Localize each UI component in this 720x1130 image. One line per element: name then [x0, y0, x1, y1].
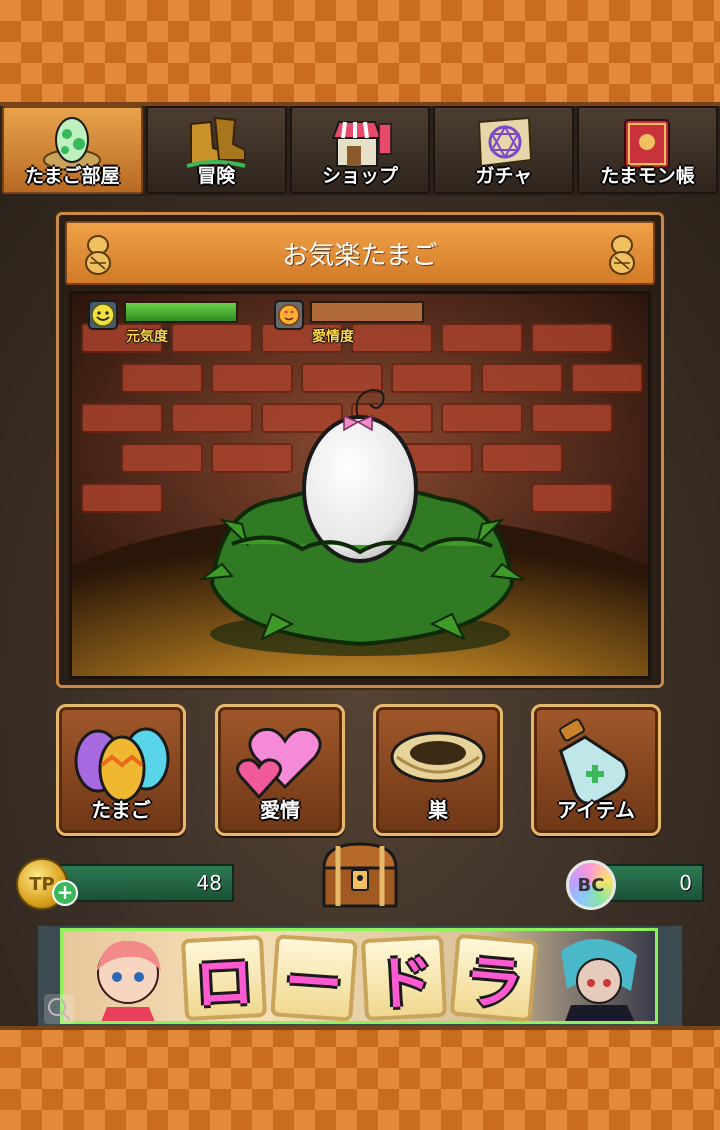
tab-shop[interactable]: ショップ [289, 106, 431, 194]
banner-character-right [561, 938, 637, 1021]
affection-meter: 愛情度 [274, 300, 424, 345]
item-button[interactable]: アイテム [531, 704, 661, 836]
energy-meter: 元気度 [88, 300, 238, 345]
nest-button[interactable]: 巣 [373, 704, 503, 836]
tp-coin-label: TP [29, 873, 55, 895]
affection-bar [310, 301, 424, 323]
eggs-button-label: たまご [91, 798, 151, 822]
panel-title: お気楽たまご [282, 240, 438, 271]
egg-in-nest-scene [72, 294, 648, 676]
banner-character-left [97, 940, 161, 1021]
zoom-icon[interactable] [44, 994, 74, 1024]
banner-tile: ー [270, 934, 358, 1021]
promo-banner[interactable]: ロ ー ド ラ [38, 926, 682, 1026]
smiley-icon [88, 300, 118, 330]
energy-bar-fill [126, 303, 236, 321]
egg-scene[interactable]: 元気度 愛情度 [69, 291, 651, 679]
tab-monster-book[interactable]: たまモン帳 [577, 106, 718, 194]
banner-title-tiles: ロ ー ド ラ [180, 933, 539, 1021]
tab-label: ガチャ [475, 165, 533, 187]
panel-title-bar: お気楽たまご [65, 221, 655, 285]
tab-label: ショップ [321, 165, 398, 187]
promo-banner-image: ロ ー ド ラ [60, 928, 658, 1024]
affection-button-label: 愛情 [260, 798, 300, 822]
tab-label: 冒険 [197, 165, 236, 187]
banner-tile: ロ [180, 934, 268, 1021]
add-tp-button[interactable]: + [52, 880, 78, 906]
item-button-label: アイテム [557, 798, 635, 822]
nest-button-label: 巣 [428, 798, 448, 822]
treasure-chest-icon[interactable] [318, 840, 402, 910]
bc-coin-icon: BC [566, 860, 616, 910]
tp-value: 48 [196, 871, 222, 895]
bc-coin-label: BC [577, 874, 605, 896]
tab-label: たまモン帳 [600, 165, 695, 187]
heart-face-icon [274, 300, 304, 330]
affection-label: 愛情度 [312, 329, 354, 345]
tab-gacha[interactable]: ガチャ [433, 106, 575, 194]
egg-panel: お気楽たまご 元気度 愛情度 [56, 212, 664, 688]
eggs-button[interactable]: たまご [56, 704, 186, 836]
tab-adventure[interactable]: 冒険 [145, 106, 287, 194]
banner-tile: ド [360, 934, 448, 1021]
rope-knot-icon [609, 235, 635, 275]
main-tab-bar: たまご部屋 冒険 ショップ ガチャ たまモン帳 [0, 106, 720, 196]
affection-button[interactable]: 愛情 [215, 704, 345, 836]
rope-knot-icon [85, 235, 111, 275]
energy-bar [124, 301, 238, 323]
bottom-band-edge [0, 1026, 720, 1030]
top-pattern-band [0, 0, 720, 106]
tab-label: たまご部屋 [25, 165, 120, 187]
tab-egg-room[interactable]: たまご部屋 [2, 106, 143, 194]
bottom-pattern-band [0, 1026, 720, 1130]
action-buttons: たまご 愛情 巣 アイテム [56, 704, 664, 836]
banner-tile: ラ [449, 933, 539, 1021]
energy-label: 元気度 [126, 329, 168, 345]
bc-value: 0 [679, 871, 692, 895]
